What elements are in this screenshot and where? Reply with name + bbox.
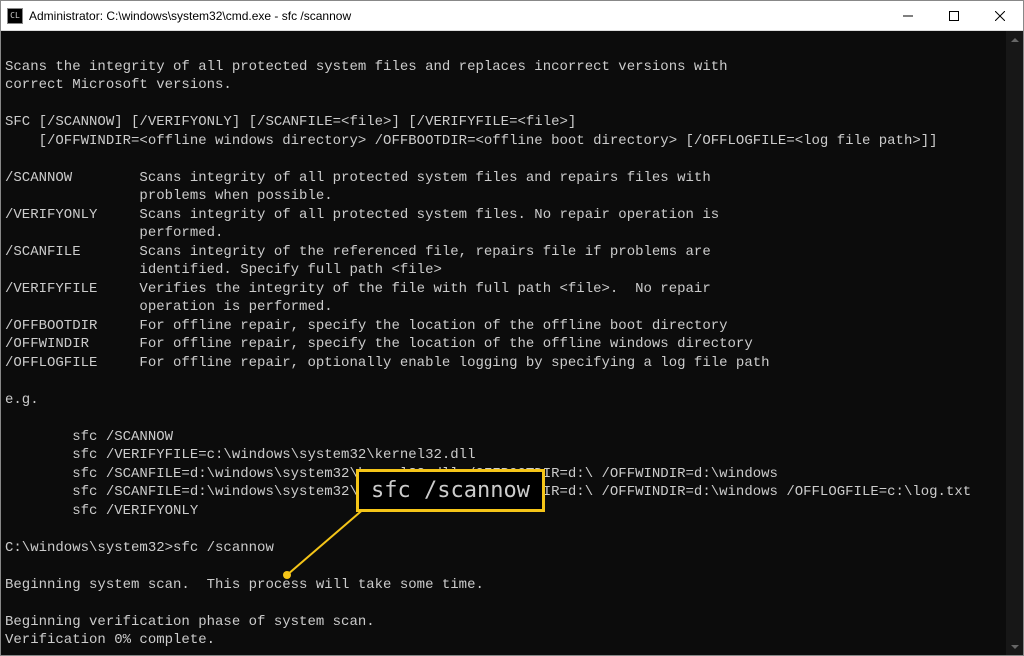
titlebar[interactable]: CL Administrator: C:\windows\system32\cm… — [1, 1, 1023, 31]
scrollbar-vertical[interactable] — [1006, 31, 1023, 655]
cmd-icon: CL — [7, 8, 23, 24]
console-output[interactable]: Scans the integrity of all protected sys… — [1, 31, 1006, 655]
close-icon — [995, 11, 1005, 21]
callout-text: sfc /scannow — [371, 478, 530, 503]
chevron-up-icon — [1011, 38, 1019, 42]
scroll-up-button[interactable] — [1006, 31, 1023, 48]
maximize-icon — [949, 11, 959, 21]
window-title: Administrator: C:\windows\system32\cmd.e… — [29, 9, 351, 23]
cmd-window: CL Administrator: C:\windows\system32\cm… — [0, 0, 1024, 656]
console-area: Scans the integrity of all protected sys… — [1, 31, 1023, 655]
scroll-down-button[interactable] — [1006, 638, 1023, 655]
minimize-button[interactable] — [885, 1, 931, 31]
minimize-icon — [903, 11, 913, 21]
callout-dot — [283, 571, 291, 579]
maximize-button[interactable] — [931, 1, 977, 31]
close-button[interactable] — [977, 1, 1023, 31]
chevron-down-icon — [1011, 645, 1019, 649]
callout-box: sfc /scannow — [356, 469, 545, 512]
scroll-track[interactable] — [1006, 48, 1023, 638]
